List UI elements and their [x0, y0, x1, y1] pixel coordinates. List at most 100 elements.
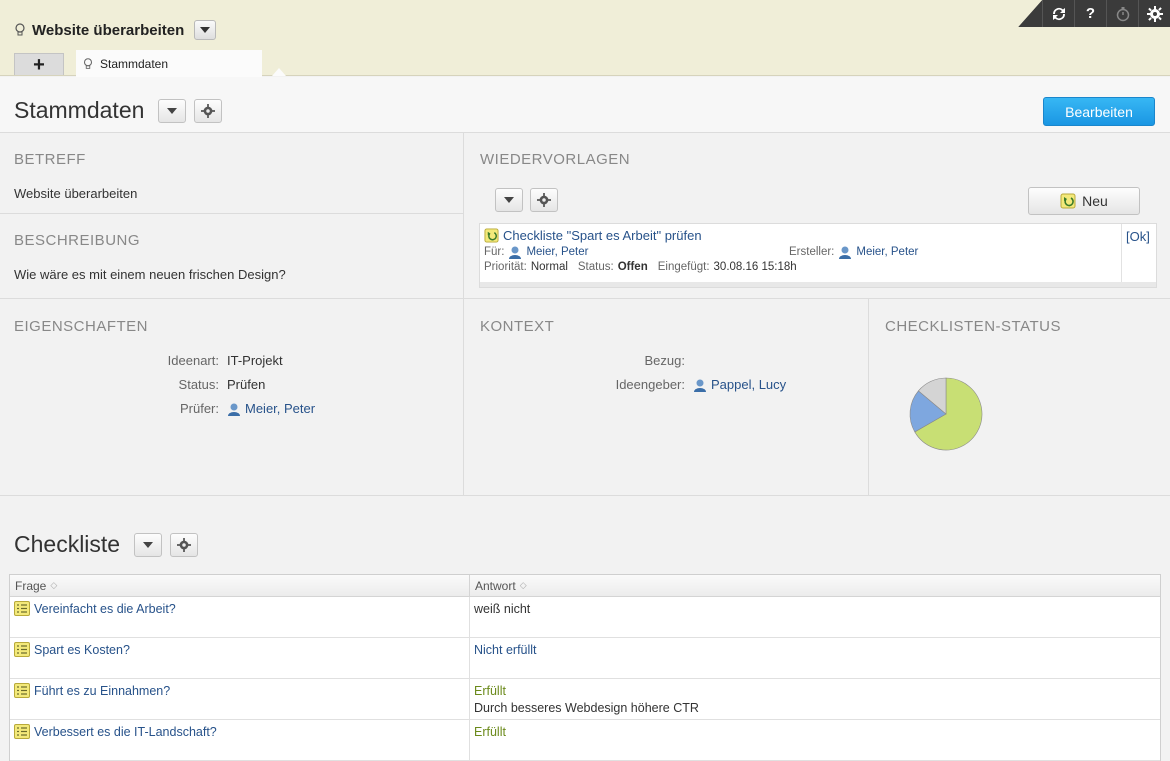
checkliste-settings-button[interactable] — [170, 532, 199, 557]
table-row[interactable]: Vereinfacht es die Arbeit? weiß nicht — [10, 597, 1160, 638]
checkliste-header: Checkliste — [14, 531, 199, 558]
wiedervorlage-title-link[interactable]: Checkliste "Spart es Arbeit" prüfen — [503, 228, 702, 243]
frage-link[interactable]: Verbessert es die IT-Landschaft? — [34, 724, 217, 739]
tab-pointer — [272, 68, 286, 76]
timer-icon — [1116, 6, 1129, 21]
antwort-value: Erfüllt — [474, 725, 506, 739]
ersteller-person-link[interactable]: Meier, Peter — [856, 246, 918, 258]
record-title-text: Website überarbeiten — [32, 21, 185, 39]
settings-button[interactable] — [1138, 0, 1170, 27]
wiedervorlagen-menu-button[interactable] — [495, 188, 523, 212]
ideengeber-label: Ideengeber: — [615, 377, 685, 392]
eingefuegt-value: 30.08.16 15:18h — [713, 261, 797, 273]
gear-icon — [1146, 5, 1163, 22]
prioritaet-value: Normal — [530, 261, 568, 273]
horizontal-scrollbar[interactable] — [480, 282, 1156, 287]
antwort-cell: Erfüllt — [470, 720, 510, 760]
checklisten-status-heading: CHECKLISTEN-STATUS — [885, 318, 1061, 335]
stammdaten-menu-button[interactable] — [158, 98, 187, 123]
new-wiedervorlage-button[interactable]: Neu — [1028, 187, 1140, 215]
eigenschaften-heading: EIGENSCHAFTEN — [14, 318, 149, 335]
new-label: Neu — [1082, 193, 1108, 209]
frage-cell: Verbessert es die IT-Landschaft? — [10, 720, 470, 760]
frage-link[interactable]: Vereinfacht es die Arbeit? — [34, 601, 176, 616]
person-icon — [694, 379, 706, 392]
ideenart-value: IT-Projekt — [227, 353, 283, 368]
ideengeber-row: Ideengeber: Pappel, Lucy — [480, 377, 787, 392]
antwort-value: Erfüllt — [474, 684, 506, 698]
table-body: Vereinfacht es die Arbeit? weiß nicht Spar… — [10, 597, 1160, 761]
wiedervorlagen-settings-button[interactable] — [530, 188, 558, 212]
stammdaten-settings-button[interactable] — [194, 98, 223, 123]
checklist-icon — [14, 683, 30, 698]
lightbulb-icon — [15, 23, 25, 36]
eingefuegt-label: Eingefügt: — [657, 261, 710, 273]
antwort-cell: weiß nicht — [470, 597, 534, 637]
gear-icon — [201, 103, 216, 118]
antwort-note: Durch besseres Webdesign höhere CTR — [474, 701, 699, 715]
toolbar: ? — [1018, 0, 1170, 27]
checklist-icon — [14, 601, 30, 616]
lightbulb-icon — [83, 57, 93, 69]
bezug-row: Bezug: — [480, 353, 685, 368]
wiedervorlage-fuer: Für: Meier, Peter — [484, 245, 588, 259]
checklisten-status-pie — [909, 377, 983, 451]
betreff-heading: BETREFF — [14, 151, 86, 168]
top-bar: Website überarbeiten + Stammdaten ? — [0, 0, 1170, 77]
wiedervorlage-icon — [484, 228, 499, 243]
table-row[interactable]: Spart es Kosten? Nicht erfüllt — [10, 638, 1160, 679]
checkliste-menu-button[interactable] — [134, 532, 163, 557]
gear-icon — [177, 537, 192, 552]
wiedervorlage-ersteller: Ersteller: Meier, Peter — [789, 245, 918, 259]
antwort-cell: Erfüllt Durch besseres Webdesign höhere C… — [470, 679, 703, 719]
wiedervorlage-icon — [1060, 193, 1076, 209]
sync-button[interactable] — [1042, 0, 1074, 27]
chevron-down-icon — [143, 541, 154, 548]
sync-icon — [1052, 7, 1065, 20]
checklist-icon — [14, 642, 30, 657]
help-button[interactable]: ? — [1074, 0, 1106, 27]
record-menu-button[interactable] — [194, 20, 217, 40]
ideengeber-person-link[interactable]: Pappel, Lucy — [711, 377, 786, 392]
ideenart-row: Ideenart: IT-Projekt — [0, 353, 283, 368]
pruefer-value: Meier, Peter — [227, 401, 315, 416]
checkliste-table: Frage ◇ Antwort ◇ Vereinfacht es die Arbei… — [9, 574, 1161, 761]
status-label: Status: — [577, 261, 614, 273]
column-frage[interactable]: Frage ◇ — [10, 575, 470, 596]
wiedervorlage-card[interactable]: Checkliste "Spart es Arbeit" prüfen Für:… — [479, 223, 1157, 288]
fuer-person-link[interactable]: Meier, Peter — [526, 246, 588, 258]
tab-label: Stammdaten — [100, 56, 169, 71]
frage-link[interactable]: Spart es Kosten? — [34, 642, 130, 657]
fuer-label: Für: — [484, 246, 505, 258]
bezug-label: Bezug: — [644, 353, 685, 368]
wiedervorlage-title-row: Checkliste "Spart es Arbeit" prüfen — [484, 228, 702, 243]
edit-button[interactable]: Bearbeiten — [1043, 97, 1155, 126]
chevron-down-icon — [504, 197, 514, 203]
frage-cell: Führt es zu Einnahmen? — [10, 679, 470, 719]
person-icon — [509, 246, 522, 259]
table-row[interactable]: Führt es zu Einnahmen? Erfüllt Durch besse… — [10, 679, 1160, 720]
timer-button[interactable] — [1106, 0, 1138, 27]
column-antwort[interactable]: Antwort ◇ — [470, 575, 532, 596]
prioritaet-label: Priorität: — [484, 261, 527, 273]
chevron-down-icon — [167, 107, 178, 114]
divider — [0, 132, 1170, 133]
frage-link[interactable]: Führt es zu Einnahmen? — [34, 683, 170, 698]
pruefer-label: Prüfer: — [179, 401, 219, 416]
divider — [868, 298, 869, 495]
ok-link[interactable]: [Ok] — [1121, 224, 1156, 284]
sort-icon: ◇ — [519, 580, 527, 590]
status-value: Offen — [617, 261, 648, 273]
divider — [0, 298, 1170, 299]
beschreibung-value: Wie wäre es mit einem neuen frischen Des… — [14, 267, 286, 282]
antwort-cell: Nicht erfüllt — [470, 638, 541, 678]
frage-cell: Vereinfacht es die Arbeit? — [10, 597, 470, 637]
wiedervorlage-meta: Priorität: Normal Status: Offen Eingefüg… — [484, 261, 797, 273]
betreff-value: Website überarbeiten — [14, 186, 138, 201]
add-tab-button[interactable]: + — [14, 53, 64, 75]
tab-stammdaten[interactable]: Stammdaten — [76, 50, 262, 77]
table-row[interactable]: Verbessert es die IT-Landschaft? Erfüllt — [10, 720, 1160, 761]
checkliste-title: Checkliste — [14, 531, 121, 557]
antwort-value: weiß nicht — [474, 602, 531, 616]
pruefer-person-link[interactable]: Meier, Peter — [245, 401, 315, 416]
